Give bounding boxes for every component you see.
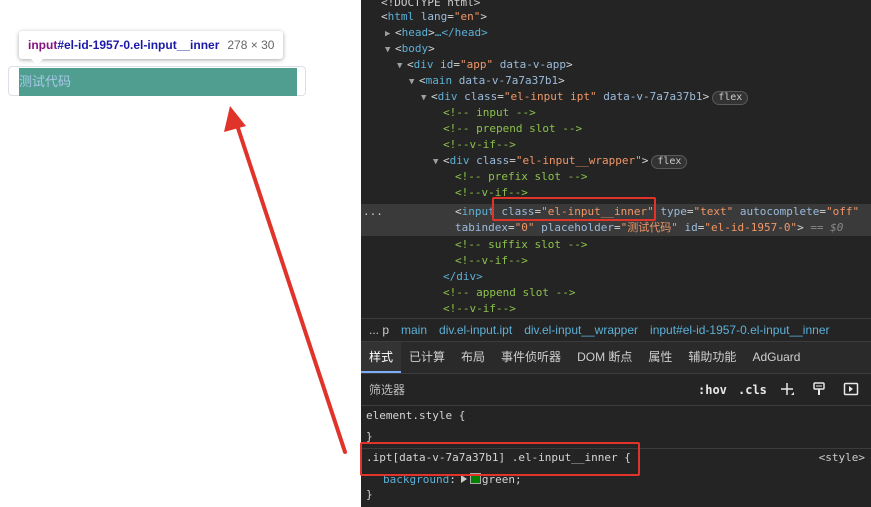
flex-badge[interactable]: flex	[712, 91, 749, 105]
dom-el-input-div[interactable]: ▼ <div class="el-input ipt" data-v-7a7a37…	[361, 89, 871, 105]
breadcrumb-main[interactable]: main	[395, 319, 433, 341]
styles-pane: element.style { } .ipt[data-v-7a7a37b1] …	[360, 406, 871, 507]
dom-div-close[interactable]: </div>	[361, 269, 871, 285]
tab-computed[interactable]: 已计算	[401, 342, 453, 373]
tooltip-tag: input	[28, 38, 58, 52]
breadcrumb-el-input[interactable]: div.el-input.ipt	[433, 319, 518, 341]
highlight-box-class	[492, 197, 656, 221]
dom-body[interactable]: ▼ <body>	[361, 41, 871, 57]
dom-comment-vif[interactable]: <!--v-if-->	[361, 253, 871, 269]
new-rule-plus-icon[interactable]	[779, 381, 795, 397]
dom-comment-input[interactable]: <!-- input -->	[361, 105, 871, 121]
page-preview: input#el-id-1957-0.el-input__inner 278 × …	[0, 0, 361, 507]
dom-comment-suffix[interactable]: <!-- suffix slot -->	[361, 237, 871, 253]
styles-tabbar: 样式 已计算 布局 事件侦听器 DOM 断点 属性 辅助功能 AdGuard	[361, 342, 871, 374]
dom-html[interactable]: <html lang="en">	[361, 9, 871, 25]
hov-button[interactable]: :hov	[698, 381, 727, 399]
collapse-down-icon: ▼	[385, 45, 391, 55]
dom-wrapper-div[interactable]: ▼ <div class="el-input__wrapper"> flex	[361, 153, 871, 169]
tooltip-selector: #el-id-1957-0.el-input__inner	[57, 38, 220, 52]
tab-adguard[interactable]: AdGuard	[744, 342, 808, 373]
collapse-down-icon: ▼	[421, 93, 427, 103]
styles-filter-bar: :hov .cls	[361, 374, 871, 406]
css-rule-close: }	[366, 488, 373, 501]
input-placeholder: 测试代码	[19, 74, 72, 89]
flex-badge[interactable]: flex	[651, 155, 688, 169]
dom-comment-prefix[interactable]: <!-- prefix slot -->	[361, 169, 871, 185]
rule-source-link[interactable]: <style>	[819, 450, 865, 466]
breadcrumb-lead[interactable]: ... p	[361, 319, 395, 341]
paint-brush-icon[interactable]	[811, 381, 827, 397]
tab-properties[interactable]: 属性	[640, 342, 680, 373]
cls-button[interactable]: .cls	[738, 381, 767, 399]
expand-right-icon: ▶	[385, 29, 391, 39]
tab-accessibility[interactable]: 辅助功能	[680, 342, 744, 373]
inspect-tooltip: input#el-id-1957-0.el-input__inner 278 × …	[19, 31, 284, 65]
filter-input[interactable]	[361, 374, 681, 405]
highlight-box-rule	[360, 442, 640, 476]
element-style-rule[interactable]: element.style {	[366, 408, 465, 424]
test-input-wrapper[interactable]: 测试代码	[8, 66, 306, 96]
collapse-down-icon: ▼	[397, 61, 403, 71]
dom-app-div[interactable]: ▼ <div id="app" data-v-app>	[361, 57, 871, 73]
toggle-sidebar-icon[interactable]	[843, 381, 859, 397]
dom-comment-vif[interactable]: <!--v-if-->	[361, 137, 871, 153]
tab-event-listeners[interactable]: 事件侦听器	[493, 342, 569, 373]
breadcrumb: ... p main div.el-input.ipt div.el-input__w…	[361, 318, 871, 342]
dom-main[interactable]: ▼ <main data-v-7a7a37b1>	[361, 73, 871, 89]
dom-comment-vif[interactable]: <!--v-if-->	[361, 301, 871, 317]
elements-tree: <!DOCTYPE html> <html lang="en"> ▶ <head>…	[361, 0, 871, 318]
more-dots-icon[interactable]: ...	[363, 204, 383, 220]
tooltip-size: 278 × 30	[227, 38, 275, 52]
breadcrumb-wrapper[interactable]: div.el-input__wrapper	[518, 319, 644, 341]
expand-triangle-icon	[460, 475, 467, 483]
dom-head[interactable]: ▶ <head>…</head>	[361, 25, 871, 41]
dom-comment-prepend[interactable]: <!-- prepend slot -->	[361, 121, 871, 137]
tab-styles[interactable]: 样式	[361, 342, 402, 373]
devtools-panel: <!DOCTYPE html> <html lang="en"> ▶ <head>…	[360, 0, 871, 507]
dom-comment-append[interactable]: <!-- append slot -->	[361, 285, 871, 301]
breadcrumb-input[interactable]: input#el-id-1957-0.el-input__inner	[644, 319, 835, 341]
collapse-down-icon: ▼	[409, 77, 415, 87]
tab-dom-breakpoints[interactable]: DOM 断点	[569, 342, 640, 373]
collapse-down-icon: ▼	[433, 157, 439, 167]
tab-layout[interactable]: 布局	[453, 342, 493, 373]
